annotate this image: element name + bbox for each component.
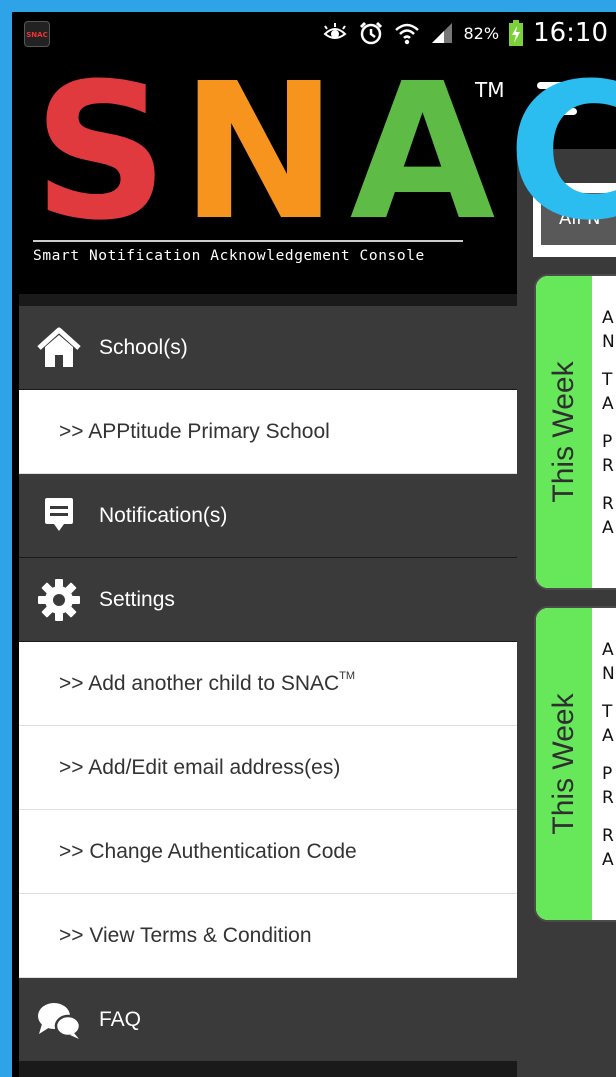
trademark-sup: TM <box>339 669 356 682</box>
message-icon <box>35 494 83 538</box>
signal-strength-icon <box>431 23 452 43</box>
settings-edit-email[interactable]: >> Add/Edit email address(es) <box>19 726 517 810</box>
week-tab-label: This Week <box>547 693 580 835</box>
notification-card[interactable]: This Week AN TA PR RA <box>534 274 616 590</box>
settings-item-label: >> Add another child to SNACTM <box>59 669 356 695</box>
menu-item-label: FAQ <box>99 1007 142 1031</box>
week-tab: This Week <box>536 608 592 920</box>
chat-bubbles-icon <box>35 998 83 1042</box>
gear-icon <box>35 578 83 622</box>
logo-tagline: Smart Notification Acknowledgement Conso… <box>33 248 425 264</box>
school-item-label: >> APPtitude Primary School <box>59 419 330 443</box>
settings-view-terms[interactable]: >> View Terms & Condition <box>19 894 517 978</box>
home-icon <box>35 326 83 370</box>
notification-card[interactable]: This Week AN TA PR RA <box>534 606 616 922</box>
menu-item-notifications[interactable]: Notification(s) <box>19 474 517 558</box>
logo-letter: S <box>33 43 168 262</box>
logo-trademark: TM <box>475 78 505 102</box>
settings-add-child[interactable]: >> Add another child to SNACTM <box>19 642 517 726</box>
snac-logo: SNAC TM Smart Notification Acknowledgeme… <box>19 54 616 294</box>
card-text: AN TA PR RA <box>602 640 615 870</box>
menu-item-schools[interactable]: School(s) <box>19 306 517 390</box>
week-tab: This Week <box>536 276 592 588</box>
drawer-menu: School(s) >> APPtitude Primary School No… <box>19 306 517 1062</box>
settings-item-label: >> View Terms & Condition <box>59 923 312 947</box>
menu-item-label: Notification(s) <box>99 503 228 527</box>
settings-change-auth-code[interactable]: >> Change Authentication Code <box>19 810 517 894</box>
logo-letter: A <box>349 43 495 262</box>
settings-item-label: >> Add/Edit email address(es) <box>59 755 341 779</box>
logo-letter: C <box>507 43 616 262</box>
menu-item-faq[interactable]: FAQ <box>19 978 517 1062</box>
menu-item-settings[interactable]: Settings <box>19 558 517 642</box>
battery-percent: 82% <box>463 23 500 43</box>
logo-letter: N <box>180 43 337 262</box>
menu-item-label: School(s) <box>99 335 188 359</box>
school-item-apptitude[interactable]: >> APPtitude Primary School <box>19 390 517 474</box>
settings-item-label: >> Change Authentication Code <box>59 839 357 863</box>
navigation-drawer: SNAC TM Smart Notification Acknowledgeme… <box>19 54 616 1077</box>
notification-list: All N This Week AN TA PR RA This Week A … <box>517 149 616 1077</box>
device-screen: SNAC 82% 16:10 All N This Week A N T A P… <box>12 12 616 1077</box>
logo-divider <box>33 240 463 242</box>
menu-item-label: Settings <box>99 587 175 611</box>
card-text: AN TA PR RA <box>602 308 615 538</box>
logo-wordmark: SNAC <box>33 43 616 262</box>
week-tab-label: This Week <box>547 361 580 503</box>
